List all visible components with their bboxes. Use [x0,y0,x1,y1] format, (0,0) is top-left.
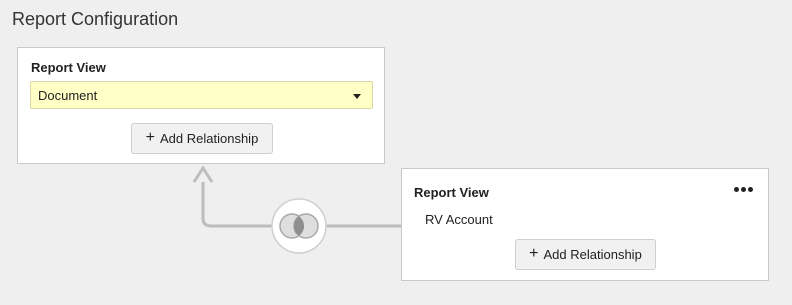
report-view-name: RV Account [425,212,493,227]
arrow-up-icon [192,165,214,183]
report-view-card-primary: Report View Document + Add Relationship [17,47,385,164]
report-view-select-value: Document [38,88,98,103]
add-relationship-button[interactable]: + Add Relationship [131,123,273,154]
caret-down-icon [353,94,361,99]
add-relationship-label: Add Relationship [543,247,642,262]
plus-icon: + [529,245,539,262]
report-view-label: Report View [31,60,106,75]
add-relationship-button[interactable]: + Add Relationship [515,239,656,270]
report-view-card-joined: Report View RV Account + Add Relationshi… [401,168,769,281]
join-venn-icon[interactable] [271,198,327,254]
more-options-icon[interactable] [734,187,753,192]
add-relationship-label: Add Relationship [160,131,259,146]
plus-icon: + [145,129,156,146]
report-view-label: Report View [414,185,489,200]
report-view-select[interactable]: Document [30,81,373,109]
